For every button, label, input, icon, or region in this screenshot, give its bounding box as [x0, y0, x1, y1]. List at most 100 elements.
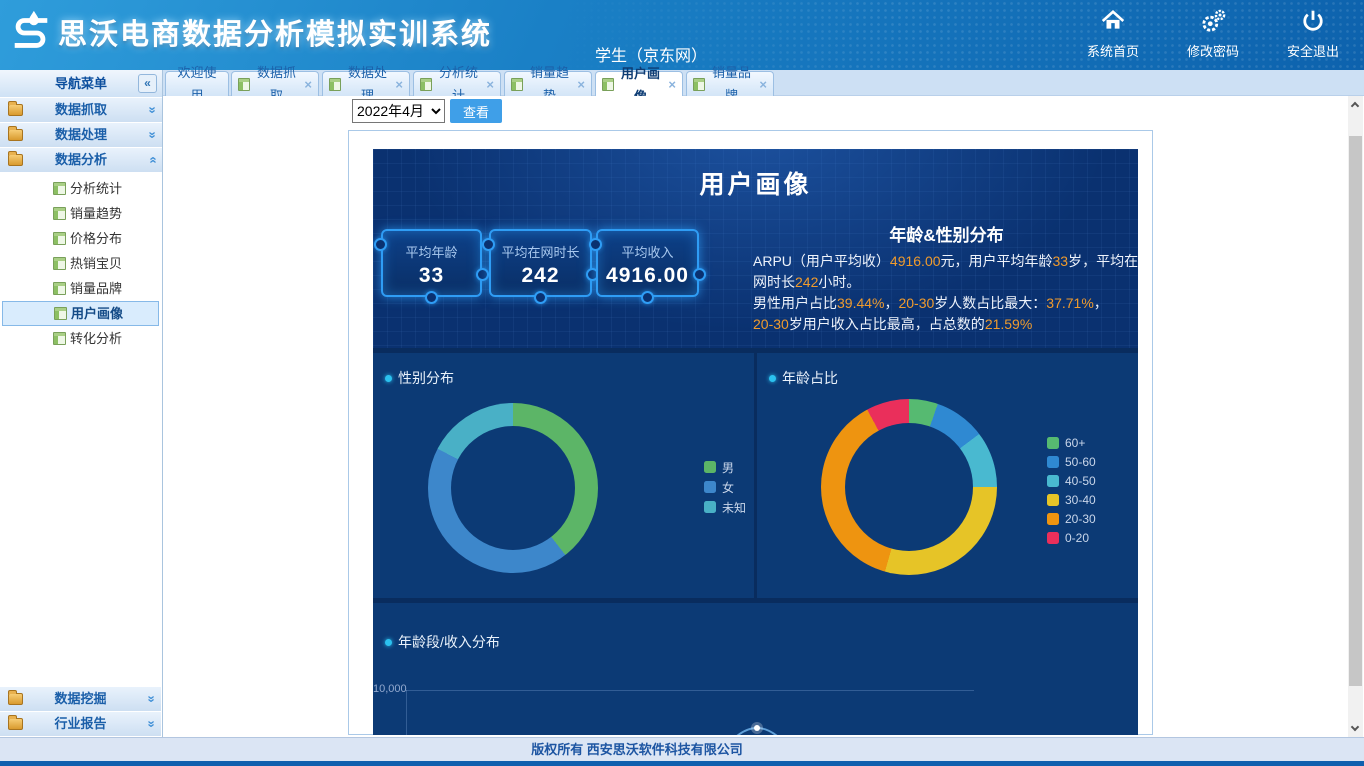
sidebar-item-价格分布[interactable]: 价格分布	[0, 226, 161, 251]
summary-fragment: ，	[1094, 295, 1108, 311]
legend-item-20-30[interactable]: 20-30	[1047, 509, 1096, 528]
chevron-double-down-icon: »	[139, 720, 163, 727]
legend-label: 女	[722, 479, 734, 496]
stat-card-平均年龄: 平均年龄33	[381, 229, 482, 297]
folder-icon	[8, 154, 23, 166]
scrollbar-up-button[interactable]	[1348, 96, 1363, 113]
tab-数据抓取[interactable]: 数据抓取×	[231, 71, 319, 96]
chevron-down-icon	[1351, 723, 1359, 731]
user-profile-dashboard: 用户画像 平均年龄33平均在网时长242平均收入4916.00 年龄&性别分布 …	[373, 149, 1138, 735]
sidebar-group-label: 数据抓取	[55, 102, 107, 117]
sidebar-item-销量趋势[interactable]: 销量趋势	[0, 201, 161, 226]
gender-panel: 性别分布 男女未知	[373, 353, 754, 598]
legend-item-30-40[interactable]: 30-40	[1047, 490, 1096, 509]
tab-数据处理[interactable]: 数据处理×	[322, 71, 410, 96]
sheet-icon	[53, 182, 66, 195]
sheet-icon	[53, 257, 66, 270]
tab-bar: 欢迎使用数据抓取×数据处理×分析统计×销量趋势×用户画像×销量品牌×	[163, 70, 1364, 96]
tab-分析统计[interactable]: 分析统计×	[413, 71, 501, 96]
summary-fragment: ARPU（用户平均收）	[753, 253, 890, 269]
close-icon[interactable]: ×	[759, 73, 767, 96]
vertical-scrollbar[interactable]	[1348, 96, 1363, 737]
sheet-icon	[53, 282, 66, 295]
legend-item-男[interactable]: 男	[704, 457, 746, 477]
sidebar-item-label: 销量品牌	[70, 281, 122, 296]
tab-销量品牌[interactable]: 销量品牌×	[686, 71, 774, 96]
logo-icon	[8, 8, 54, 56]
summary-block: 年龄&性别分布 ARPU（用户平均收）4916.00元，用户平均年龄33岁，平均…	[753, 221, 1138, 335]
bullet-dot-icon	[769, 375, 776, 382]
sidebar-group-label: 数据挖掘	[54, 691, 106, 706]
income-line-chart[interactable]	[373, 603, 1138, 735]
notch	[482, 238, 495, 251]
change-password-label: 修改密码	[1176, 41, 1250, 60]
folder-icon	[8, 104, 23, 116]
sidebar-group-数据分析[interactable]: 数据分析»	[0, 148, 162, 172]
legend-item-0-20[interactable]: 0-20	[1047, 528, 1096, 547]
sidebar-item-转化分析[interactable]: 转化分析	[0, 326, 161, 351]
close-icon[interactable]: ×	[304, 73, 312, 96]
sidebar-title-label: 导航菜单	[55, 76, 107, 91]
change-password-button[interactable]: 修改密码	[1176, 8, 1250, 60]
notch	[693, 268, 706, 281]
summary-fragment: 岁人数占比最大：	[934, 295, 1046, 311]
scrollbar-down-button[interactable]	[1348, 720, 1363, 737]
view-button[interactable]: 查看	[450, 99, 502, 123]
chevron-double-down-icon: »	[140, 106, 164, 113]
sidebar-item-分析统计[interactable]: 分析统计	[0, 176, 161, 201]
bottom-strip	[0, 761, 1364, 766]
age-panel-title: 年龄占比	[769, 368, 838, 388]
month-select[interactable]: 2022年4月	[352, 99, 445, 123]
sidebar-item-热销宝贝[interactable]: 热销宝贝	[0, 251, 161, 276]
stat-value: 4916.00	[598, 264, 697, 288]
legend-label: 60+	[1065, 436, 1085, 450]
app-title: 思沃电商数据分析模拟实训系统	[58, 11, 492, 53]
sidebar-item-label: 价格分布	[70, 231, 122, 246]
sidebar-group-行业报告[interactable]: 行业报告»	[0, 712, 161, 736]
notch	[425, 291, 438, 304]
tab-用户画像[interactable]: 用户画像×	[595, 71, 683, 97]
sidebar-submenu: 分析统计销量趋势价格分布热销宝贝销量品牌用户画像转化分析	[0, 176, 161, 351]
stat-label: 平均在网时长	[491, 242, 590, 261]
data-point	[754, 725, 760, 731]
legend-item-50-60[interactable]: 50-60	[1047, 452, 1096, 471]
legend-marker	[1047, 513, 1059, 525]
legend-item-40-50[interactable]: 40-50	[1047, 471, 1096, 490]
legend-item-60+[interactable]: 60+	[1047, 433, 1096, 452]
close-icon[interactable]: ×	[577, 73, 585, 96]
age-legend: 60+ 50-60 40-50 30-40 20-300-20	[1047, 433, 1096, 547]
summary-fragment: 岁用户收入占比最高，占总数的	[789, 316, 985, 332]
sidebar-group-数据处理[interactable]: 数据处理»	[0, 123, 162, 147]
age-donut-chart[interactable]	[821, 399, 997, 575]
tab-销量趋势[interactable]: 销量趋势×	[504, 71, 592, 96]
chevron-double-down-icon: »	[139, 695, 163, 702]
legend-label: 30-40	[1065, 493, 1096, 507]
sidebar-groups-bottom: 数据挖掘»行业报告»	[0, 687, 161, 737]
tab-content: 2022年4月 查看 用户画像 平均年龄33平均在网时长242平均收入4916.…	[163, 96, 1348, 737]
close-icon[interactable]: ×	[486, 73, 494, 96]
tab-欢迎使用[interactable]: 欢迎使用	[165, 71, 229, 96]
stat-value: 242	[491, 264, 590, 288]
logo: 思沃电商数据分析模拟实训系统	[8, 8, 492, 56]
sidebar-group-数据抓取[interactable]: 数据抓取 »	[0, 98, 162, 122]
sidebar-collapse-button[interactable]: «	[138, 74, 157, 93]
scrollbar-thumb[interactable]	[1349, 136, 1362, 686]
sidebar-item-销量品牌[interactable]: 销量品牌	[0, 276, 161, 301]
legend-item-女[interactable]: 女	[704, 477, 746, 497]
logout-button[interactable]: 安全退出	[1276, 8, 1350, 60]
sidebar-group-label: 数据分析	[55, 152, 107, 167]
sidebar-group-数据挖掘[interactable]: 数据挖掘 »	[0, 687, 161, 711]
legend-marker	[1047, 494, 1059, 506]
bullet-dot-icon	[385, 375, 392, 382]
tab-icon	[602, 78, 614, 91]
close-icon[interactable]: ×	[668, 73, 676, 96]
close-icon[interactable]: ×	[395, 73, 403, 96]
summary-fragment: 男性用户占比	[753, 295, 837, 311]
gender-donut-chart[interactable]	[428, 403, 598, 573]
sidebar-item-用户画像[interactable]: 用户画像	[2, 301, 159, 326]
legend-item-未知[interactable]: 未知	[704, 497, 746, 517]
footer: 版权所有 西安思沃软件科技有限公司	[0, 737, 1364, 761]
sidebar-item-label: 热销宝贝	[70, 256, 122, 271]
legend-label: 50-60	[1065, 455, 1096, 469]
home-nav-button[interactable]: 系统首页	[1076, 8, 1150, 60]
